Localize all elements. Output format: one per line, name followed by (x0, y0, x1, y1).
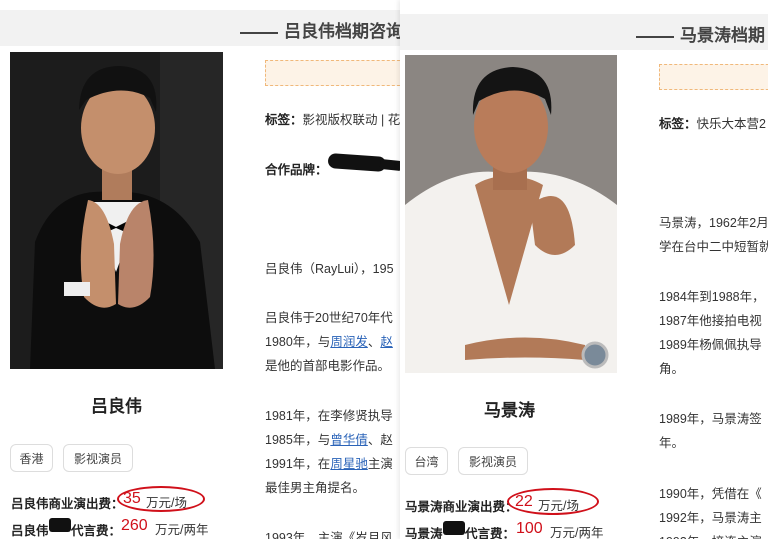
right-bio-line: 年。 (659, 436, 685, 450)
right-commercial-fee-unit: 万元/场 (538, 499, 579, 513)
bio-text: 1980年，与 (265, 335, 331, 349)
bio-text: 、 (367, 335, 381, 349)
left-header-title: 吕良伟档期咨询 (240, 17, 400, 42)
left-tag-occupation[interactable]: 影视演员 (63, 444, 133, 472)
right-bio-line: 1987年他接拍电视 (659, 314, 762, 328)
right-bio-line: 1989年，马景涛签 (659, 412, 762, 426)
left-brand-redaction (327, 152, 387, 173)
right-notice-box (659, 64, 768, 90)
left-tags-line: 标签：影视版权联动 | 花 (265, 113, 400, 127)
person-link[interactable]: 曾华倩 (330, 433, 368, 447)
left-bio-line: 1985年，与曾华倩、赵 (265, 429, 393, 448)
right-tag-region[interactable]: 台湾 (405, 447, 448, 475)
right-bio-line: 学在台中二中短暂就 (659, 240, 768, 254)
bio-text: 主演 (367, 457, 393, 471)
right-header-title: 马景涛档期 (636, 21, 765, 46)
left-endorse-fee-unit: 万元/两年 (155, 523, 209, 537)
left-name: 吕良伟 (91, 397, 142, 416)
person-link[interactable]: 赵 (380, 335, 393, 349)
left-commercial-fee-value: 35 (123, 490, 141, 507)
bio-text: 1991年，在 (265, 457, 331, 471)
left-commercial-fee-unit: 万元/场 (146, 496, 187, 510)
bio-text: 是他的首部电影作品。 (265, 359, 391, 373)
right-commercial-fee-label: 马景涛商业演出费： (405, 500, 518, 514)
right-photo (405, 55, 617, 373)
right-bio-line: 角。 (659, 362, 685, 376)
bio-text: 最佳男主角提名。 (265, 481, 366, 495)
left-profile-panel: 吕良伟档期咨询 吕良伟 香港 影视演员 吕良伟商业演出费： 35 万元/场 吕良… (0, 0, 400, 539)
person-link[interactable]: 周星驰 (330, 457, 368, 471)
right-endorse-fee-value: 100 (516, 520, 543, 537)
right-endorse-fee-label-end: 代言费： (465, 527, 516, 539)
right-bio-line: 1990年，凭借在《 (659, 487, 762, 501)
right-endorse-fee-unit: 万元/两年 (550, 526, 604, 539)
left-notice-box (265, 60, 400, 86)
left-bio-line: 1993年，主演《岁月风 (265, 527, 393, 539)
left-endorse-fee-label-end: 代言费： (71, 524, 122, 538)
left-bio-line: 吕良伟（RayLui），195 (265, 258, 394, 277)
left-endorse-fee-value: 260 (121, 517, 148, 534)
right-name: 马景涛 (484, 401, 535, 420)
right-profile-panel: 马景涛档期 马景涛 台湾 影视演员 马景涛商业演出费： 22 万元/场 马景涛 … (400, 0, 768, 539)
header-dash (636, 35, 674, 38)
bio-text: 1981年，在李修贤执导 (265, 409, 393, 423)
left-endorse-fee-label-start: 吕良伟 (11, 524, 49, 538)
right-bio-line: 1984年到1988年， (659, 290, 765, 304)
right-endorse-fee-label-start: 马景涛 (405, 527, 443, 539)
left-bio-line: 是他的首部电影作品。 (265, 355, 390, 374)
right-bio-line: 马景涛，1962年2月 (659, 216, 768, 230)
left-bio-line: 最佳男主角提名。 (265, 477, 365, 496)
right-commercial-fee-value: 22 (515, 493, 533, 510)
right-redaction (443, 521, 465, 535)
left-bio-line: 吕良伟于20世纪70年代 (265, 307, 393, 326)
right-tag-occupation[interactable]: 影视演员 (458, 447, 528, 475)
right-bio-line: 1989年杨佩佩执导 (659, 338, 762, 352)
right-tags-line: 标签：快乐大本营2 (659, 117, 766, 131)
left-tag-region[interactable]: 香港 (10, 444, 53, 472)
person-link[interactable]: 周润发 (330, 335, 368, 349)
left-bio-line: 1991年，在周星驰主演 (265, 453, 393, 472)
right-bio-line: 1992年，马景涛主 (659, 511, 762, 525)
bio-text: 、赵 (367, 433, 393, 447)
bio-text: 吕良伟（RayLui），195 (265, 262, 394, 276)
left-bio-line: 1981年，在李修贤执导 (265, 405, 393, 424)
left-commercial-fee-label: 吕良伟商业演出费： (11, 497, 124, 511)
left-redaction (49, 518, 71, 532)
left-photo (10, 52, 223, 369)
bio-text: 吕良伟于20世纪70年代 (265, 311, 393, 325)
bio-text: 1993年，主演《岁月风 (265, 531, 393, 539)
left-brand-line: 合作品牌： (265, 163, 328, 177)
bio-text: 1985年，与 (265, 433, 331, 447)
header-dash (240, 31, 278, 34)
right-bio-line: 1993年，接连主演 (659, 531, 762, 539)
left-bio-line: 1980年，与周润发、赵 (265, 331, 393, 350)
